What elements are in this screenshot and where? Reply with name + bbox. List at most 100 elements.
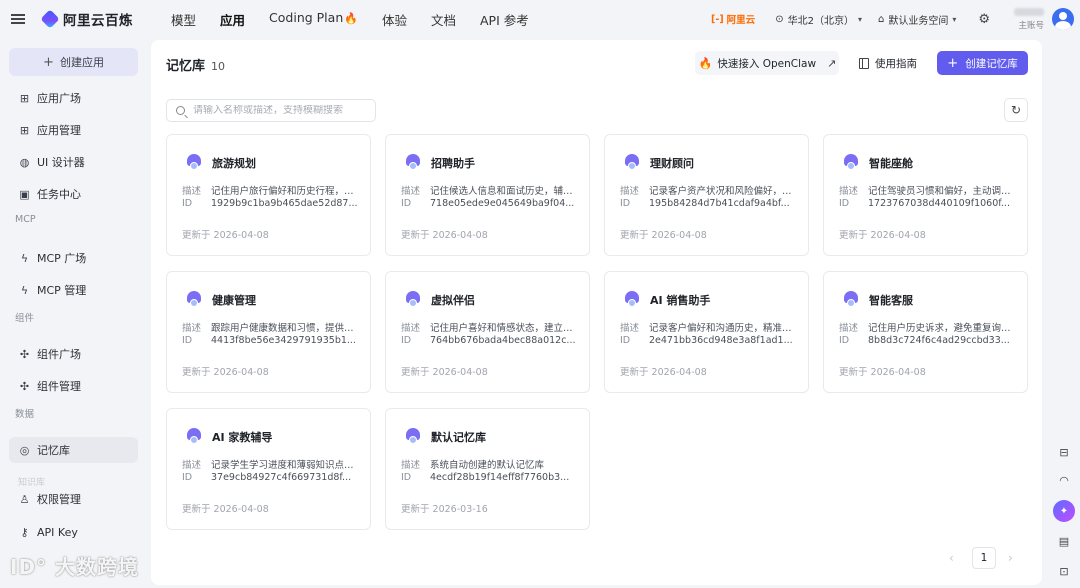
refresh-button[interactable]: ↻	[1004, 98, 1028, 122]
memory-bank-icon	[842, 290, 860, 308]
memory-card-desc: 记住用户旅行偏好和历史行程，推...	[211, 186, 361, 197]
topnav-item[interactable]: 文档	[431, 10, 456, 29]
scan-icon[interactable]: ⊡	[1055, 562, 1073, 580]
desc-key: 描述	[182, 186, 202, 197]
pagination-next-icon[interactable]: ›	[1008, 551, 1013, 565]
fire-icon: 🔥	[344, 11, 358, 25]
updated-prefix: 更新于	[401, 230, 430, 241]
memory-card-desc-row: 描述 记录客户资产状况和风险偏好，定...	[620, 183, 799, 197]
search-box[interactable]	[166, 99, 376, 122]
create-memory-label: 创建记忆库	[965, 57, 1018, 70]
username-blurred	[1014, 7, 1044, 16]
workspace-selector[interactable]: ⌂ 默认业务空间 ▾	[878, 12, 956, 27]
memory-card[interactable]: 智能座舱 描述 记住驾驶员习惯和偏好，主动调节... ID 1723767038d440…	[823, 134, 1028, 256]
memory-card[interactable]: 智能客服 描述 记住用户历史诉求，避免重复询问... ID 8b8d3c724f6c4a…	[823, 271, 1028, 393]
document-icon[interactable]: ▤	[1055, 532, 1073, 550]
sidebar-item[interactable]: ϟ MCP 管理	[9, 277, 138, 303]
region-selector[interactable]: ⊙ 华北2（北京） ▾	[775, 12, 862, 27]
memory-card-desc-row: 描述 记住用户旅行偏好和历史行程，推...	[182, 183, 361, 197]
id-key: ID	[839, 198, 850, 209]
guide-button[interactable]: 使用指南	[859, 51, 917, 75]
topnav-item[interactable]: 模型	[171, 10, 196, 29]
aliyun-link[interactable]: [-] 阿里云	[711, 12, 755, 27]
memory-card-desc-row: 描述 记住候选人信息和面试历史，辅助...	[401, 183, 580, 197]
updated-date: 2026-03-16	[432, 504, 488, 515]
updated-date: 2026-04-08	[870, 230, 926, 241]
memory-card-desc: 记住候选人信息和面试历史，辅助...	[430, 186, 580, 197]
topnav-item[interactable]: 应用	[220, 10, 245, 29]
id-key: ID	[620, 198, 631, 209]
user-info[interactable]: 主账号	[1014, 7, 1044, 31]
sidebar-item-label: API Key	[37, 525, 78, 539]
task-icon: ▣	[19, 187, 30, 201]
topnav-item[interactable]: Coding Plan🔥	[269, 10, 358, 29]
memory-card-id-row: ID 2e471bb36cd948e3a8f1ad1...	[620, 335, 799, 346]
memory-card-name: 招聘助手	[431, 157, 475, 170]
memory-card-id: 195b84284d7b41cdaf9a4bf...	[649, 198, 790, 209]
sidebar-item[interactable]: ✣ 组件广场	[9, 341, 138, 367]
memory-card[interactable]: 旅游规划 描述 记住用户旅行偏好和历史行程，推... ID 1929b9c1ba9b46…	[166, 134, 371, 256]
brand-name[interactable]: 阿里云百炼	[63, 9, 133, 29]
id-key: ID	[839, 335, 850, 346]
updated-date: 2026-04-08	[651, 230, 707, 241]
sidebar-item[interactable]: ϟ MCP 广场	[9, 245, 138, 271]
memory-card-desc-row: 描述 记住用户喜好和情感状态，建立长...	[401, 320, 580, 334]
home-icon: ⌂	[877, 13, 885, 25]
sidebar-item[interactable]: ⊞ 应用广场	[9, 85, 138, 111]
openclaw-button[interactable]: 🔥 快速接入 OpenClaw ↗	[695, 51, 839, 75]
memory-card[interactable]: AI 家教辅导 描述 记录学生学习进度和薄弱知识点，... ID 37e9cb84927…	[166, 408, 371, 530]
id-key: ID	[401, 472, 412, 483]
watermark-logo-icon: ID°	[10, 555, 48, 579]
memory-card-updated: 更新于 2026-04-08	[620, 227, 707, 241]
memory-card-updated: 更新于 2026-04-08	[401, 227, 488, 241]
memory-card[interactable]: 招聘助手 描述 记住候选人信息和面试历史，辅助... ID 718e05ede9e045…	[385, 134, 590, 256]
sidebar-item-label: MCP 管理	[37, 284, 87, 297]
memory-card-desc: 记录学生学习进度和薄弱知识点，...	[211, 460, 361, 471]
memory-count: 10	[211, 60, 226, 73]
topnav-item[interactable]: 体验	[382, 10, 407, 29]
book-icon	[859, 57, 869, 69]
memory-bank-icon	[623, 290, 641, 308]
menu-icon[interactable]	[11, 14, 25, 24]
desc-key: 描述	[839, 323, 859, 334]
memory-card[interactable]: 虚拟伴侣 描述 记住用户喜好和情感状态，建立长... ID 764bb676bada4b…	[385, 271, 590, 393]
id-key: ID	[401, 335, 412, 346]
memory-card[interactable]: 默认记忆库 描述 系统自动创建的默认记忆库 ID 4ecdf28b19f14eff8f7…	[385, 408, 590, 530]
settings-gear-icon[interactable]: ⚙	[978, 12, 990, 27]
pagination-current-page[interactable]: 1	[972, 547, 996, 569]
memory-card-desc-row: 描述 记录客户偏好和沟通历史，精准推...	[620, 320, 799, 334]
component-manage-icon: ✣	[19, 379, 30, 393]
avatar[interactable]	[1052, 8, 1074, 30]
sidebar-item[interactable]: ◎ 记忆库	[9, 437, 138, 463]
create-app-button[interactable]: + 创建应用	[9, 48, 138, 76]
cart-icon[interactable]: ⊟	[1055, 443, 1073, 461]
ai-assistant-icon[interactable]: ✦	[1053, 500, 1075, 522]
updated-prefix: 更新于	[620, 367, 649, 378]
sidebar-item[interactable]: ✣ 组件管理	[9, 373, 138, 399]
memory-bank-icon	[404, 427, 422, 445]
memory-card-name: 智能座舱	[869, 157, 913, 170]
sidebar-item-label: 记忆库	[37, 444, 70, 457]
search-input[interactable]	[193, 105, 363, 116]
sidebar-item[interactable]: ▣ 任务中心	[9, 181, 138, 207]
memory-card-desc-row: 描述 记住驾驶员习惯和偏好，主动调节...	[839, 183, 1018, 197]
memory-card-updated: 更新于 2026-03-16	[401, 501, 488, 515]
id-key: ID	[182, 472, 193, 483]
sidebar-item[interactable]: ◍ UI 设计器	[9, 149, 138, 175]
headset-icon[interactable]: ◠	[1055, 471, 1073, 489]
memory-card-name: AI 销售助手	[650, 294, 711, 307]
create-memory-button[interactable]: + 创建记忆库	[937, 51, 1028, 75]
sidebar-item[interactable]: ⊞ 应用管理	[9, 117, 138, 143]
memory-card[interactable]: AI 销售助手描述 记录客户偏好和沟通历史，精准推... ID 2e471bb36cd…	[604, 271, 809, 393]
refresh-icon: ↻	[1010, 103, 1022, 117]
memory-card[interactable]: 理财顾问 描述 记录客户资产状况和风险偏好，定... ID 195b84284d7b41…	[604, 134, 809, 256]
pagination-prev-icon[interactable]: ‹	[949, 551, 954, 565]
topnav-item[interactable]: API 参考	[480, 10, 529, 29]
user-icon: ♙	[19, 492, 30, 506]
bolt-icon: ϟ	[20, 251, 29, 265]
topnav-label: 文档	[430, 12, 456, 28]
sidebar-item[interactable]: ♙ 权限管理	[9, 486, 138, 512]
sidebar-item[interactable]: ⚷ API Key	[9, 519, 138, 545]
top-bar: 阿里云百炼 模型 应用 Coding Plan🔥 体验 文档 API 参考 [-] 阿里云…	[0, 0, 1080, 38]
memory-card[interactable]: 健康管理 描述 跟踪用户健康数据和习惯，提供个... ID 4413f8be56e342…	[166, 271, 371, 393]
